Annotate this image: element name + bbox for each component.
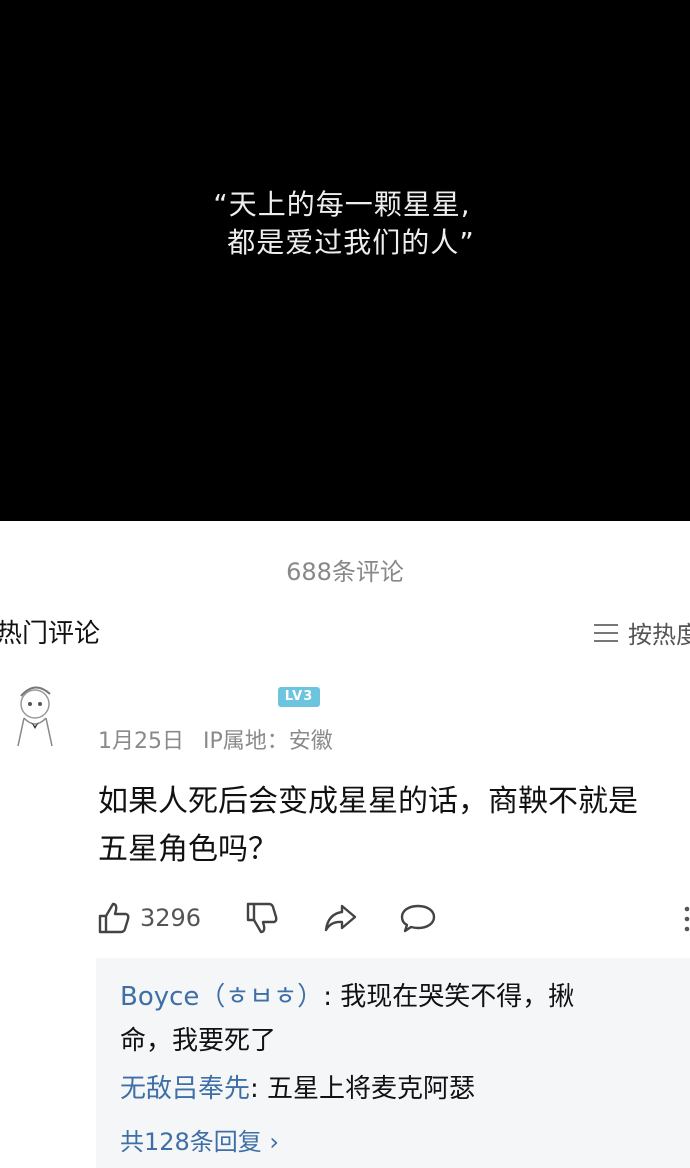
like-button[interactable]: 3296: [96, 900, 201, 936]
view-all-replies-link[interactable]: 共128条回复 ›: [120, 1122, 279, 1157]
sort-label: 按热度: [628, 621, 690, 649]
menu-icon: [594, 623, 618, 642]
reply-text-continued: 命，我要死了: [120, 1026, 277, 1056]
video-caption: “天上的每一颗星星, 都是爱过我们的人”: [0, 186, 690, 262]
like-count: 3296: [140, 904, 202, 932]
comment-text-line-2: 五星角色吗？: [98, 832, 278, 867]
comment-ip: IP属地：安徽: [203, 729, 333, 754]
comments-count: 688条评论: [286, 558, 404, 586]
caption-line-1: “天上的每一颗星星,: [213, 188, 471, 221]
caption-line-2: 都是爱过我们的人”: [227, 226, 475, 259]
level-badge: LV3: [278, 687, 320, 707]
comment-text-line-1: 如果人死后会变成星星的话，商鞅不就是: [98, 784, 638, 819]
dislike-button[interactable]: [244, 900, 280, 936]
hot-comments-title: 热门评论: [0, 619, 101, 649]
thumbs-up-icon: [98, 902, 130, 934]
reply-item: Boyce（ㅎㅂㅎ）: 我现在哭笑不得，揪: [120, 977, 574, 1017]
comment-meta: 1月25日 IP属地：安徽: [98, 723, 345, 755]
sort-button[interactable]: 按热度: [592, 615, 690, 650]
thumbs-down-icon: [246, 902, 278, 934]
share-icon: [324, 904, 357, 932]
reply-text: : 五星上将麦克阿瑟: [250, 1074, 476, 1104]
comment-bubble-icon: [400, 904, 436, 933]
reply-item: 无敌吕奉先: 五星上将麦克阿瑟: [120, 1069, 475, 1109]
reply-text: : 我现在哭笑不得，揪: [323, 982, 575, 1012]
comment-actions: 3296: [96, 896, 690, 940]
comment-text: 如果人死后会变成星星的话，商鞅不就是 五星角色吗？: [98, 778, 690, 874]
video-player[interactable]: “天上的每一颗星星, 都是爱过我们的人”: [0, 0, 690, 521]
more-vertical-icon: [684, 906, 690, 932]
comment-date: 1月25日: [98, 729, 184, 754]
reply-username[interactable]: 无敌吕奉先: [120, 1074, 250, 1104]
reply-button[interactable]: [400, 900, 436, 936]
reply-username[interactable]: Boyce（ㅎㅂㅎ）: [120, 982, 323, 1012]
avatar[interactable]: [6, 682, 64, 748]
share-button[interactable]: [322, 900, 358, 936]
more-options-button[interactable]: [680, 904, 690, 934]
